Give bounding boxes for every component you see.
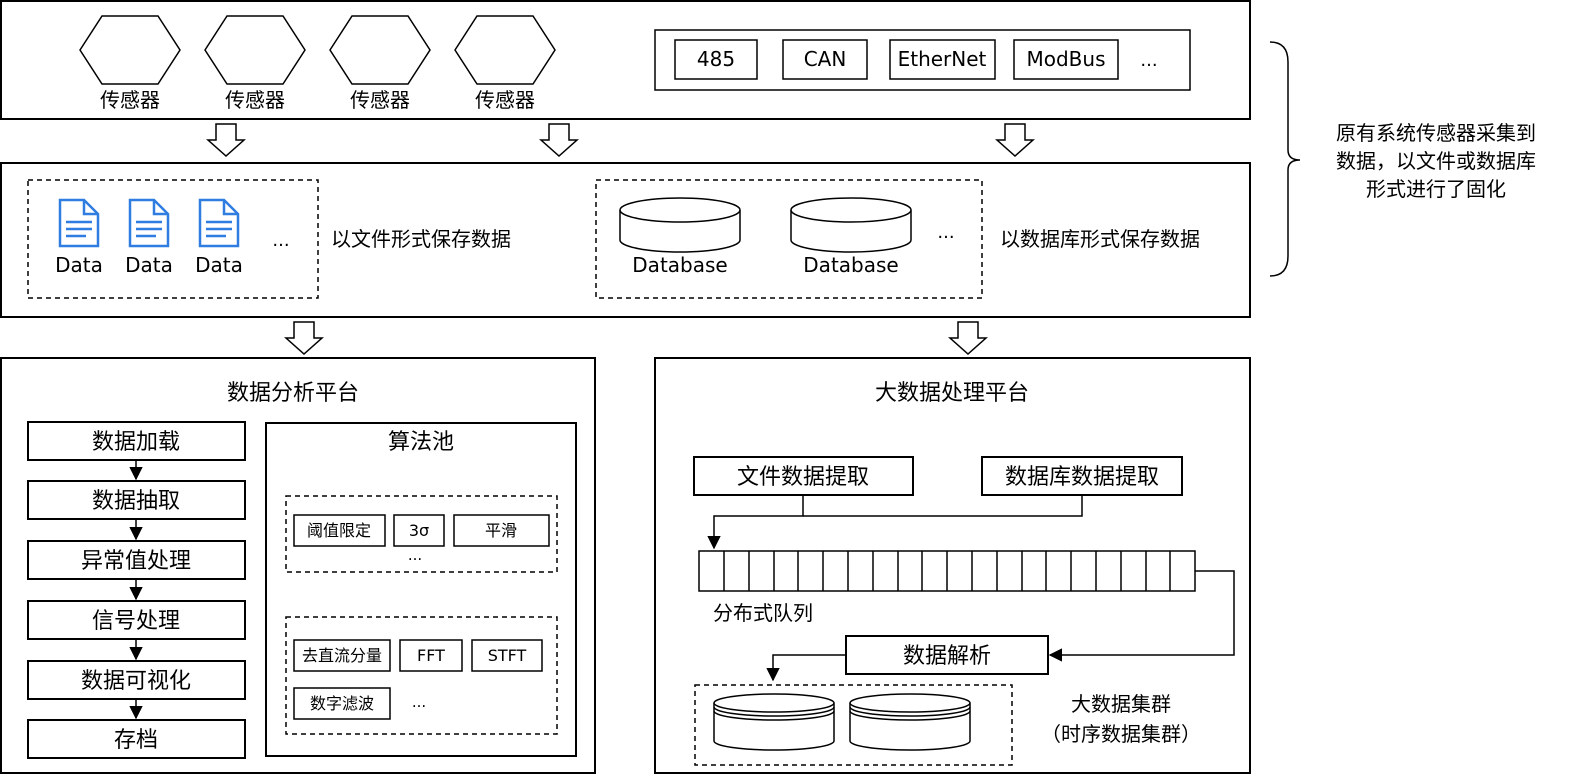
brace-note-line: 形式进行了固化 bbox=[1366, 177, 1506, 201]
document-icon bbox=[58, 198, 100, 248]
file-storage-caption: 以文件形式保存数据 bbox=[331, 227, 511, 251]
protocol-more: ... bbox=[1140, 50, 1157, 71]
algorithm-label: 数字滤波 bbox=[310, 694, 374, 713]
pipeline-step-label: 存档 bbox=[114, 728, 158, 753]
algorithm-label: 3σ bbox=[409, 521, 429, 540]
brace-note-line: 数据，以文件或数据库 bbox=[1336, 149, 1536, 173]
database-storage-caption: 以数据库形式保存数据 bbox=[1000, 227, 1200, 251]
cluster-database-icon bbox=[713, 693, 835, 751]
sensor-label: 传感器 bbox=[350, 88, 410, 112]
analysis-platform: 数据分析平台 数据加载 数据抽取 异常值处理 信号处理 数据可视化 存档 算法池 bbox=[0, 357, 596, 774]
curly-brace-icon bbox=[1269, 41, 1301, 277]
brace-note: 原有系统传感器采集到 数据，以文件或数据库 形式进行了固化 bbox=[1336, 121, 1536, 201]
protocol-label: EtherNet bbox=[898, 47, 987, 71]
sensor-label: 传感器 bbox=[475, 88, 535, 112]
bigdata-platform-title: 大数据处理平台 bbox=[875, 381, 1029, 406]
analysis-platform-title: 数据分析平台 bbox=[227, 381, 359, 406]
file-more: ... bbox=[272, 230, 289, 251]
pipeline-step-label: 信号处理 bbox=[92, 609, 180, 634]
file-label: Data bbox=[195, 253, 243, 277]
database-item: Database bbox=[790, 197, 912, 277]
cluster-sub-label: （时序数据集群） bbox=[1041, 722, 1201, 746]
file-extract-label: 文件数据提取 bbox=[737, 465, 869, 490]
cluster-database-icon bbox=[849, 693, 971, 751]
database-item: Database bbox=[619, 197, 741, 277]
algorithm-label: FFT bbox=[417, 646, 445, 665]
file-item: Data bbox=[195, 198, 243, 277]
brace-note-line: 原有系统传感器采集到 bbox=[1336, 121, 1536, 145]
down-arrow-icon bbox=[284, 321, 324, 356]
algorithm-label: 阈值限定 bbox=[307, 521, 371, 540]
file-item: Data bbox=[55, 198, 103, 277]
down-arrow-icon bbox=[995, 123, 1035, 158]
document-icon bbox=[198, 198, 240, 248]
protocol-label: ModBus bbox=[1026, 47, 1105, 71]
sensor-hexagon-icon bbox=[329, 15, 431, 85]
cluster-label: 大数据集群 bbox=[1071, 692, 1171, 716]
algorithm-label: 平滑 bbox=[485, 521, 517, 540]
pipeline-step-label: 数据可视化 bbox=[81, 669, 191, 694]
database-cylinder-icon bbox=[619, 197, 741, 253]
queue-label: 分布式队列 bbox=[713, 601, 813, 625]
down-arrow-icon bbox=[948, 321, 988, 356]
protocol-label: CAN bbox=[804, 47, 847, 71]
sensor-hexagon-icon bbox=[204, 15, 306, 85]
file-label: Data bbox=[125, 253, 173, 277]
sensor-hexagon-icon bbox=[79, 15, 181, 85]
algorithm-more: ... bbox=[408, 546, 422, 564]
storage-layer: Data Data Data ... 以文件形式保存数据 Database Da… bbox=[0, 162, 1251, 318]
sensor-layer: 传感器 传感器 传感器 传感器 485 CAN EtherNet ModBus … bbox=[0, 0, 1251, 120]
pipeline-step-label: 异常值处理 bbox=[81, 549, 191, 574]
database-label: Database bbox=[632, 253, 727, 277]
algorithm-pool: 算法池 阈值限定 3σ 平滑 ... 去直流分量 FFT STFT 数字滤波 .… bbox=[265, 422, 577, 757]
algorithm-more: ... bbox=[412, 693, 426, 711]
protocol-label: 485 bbox=[697, 47, 735, 71]
db-extract-label: 数据库数据提取 bbox=[1005, 465, 1159, 490]
algorithm-pool-title: 算法池 bbox=[388, 430, 454, 455]
bigdata-platform: 大数据处理平台 文件数据提取 数据库数据提取 分布式队列 数据解析 大数据集群 … bbox=[654, 357, 1251, 774]
parse-label: 数据解析 bbox=[903, 644, 991, 669]
file-label: Data bbox=[55, 253, 103, 277]
algorithm-label: 去直流分量 bbox=[302, 646, 382, 665]
architecture-diagram: 传感器 传感器 传感器 传感器 485 CAN EtherNet ModBus … bbox=[0, 0, 1536, 774]
distributed-queue bbox=[698, 550, 1196, 592]
protocol-group: 485 CAN EtherNet ModBus ... bbox=[654, 29, 1191, 91]
algorithm-label: STFT bbox=[488, 646, 527, 665]
sensor-label: 传感器 bbox=[225, 88, 285, 112]
pipeline-step-label: 数据加载 bbox=[92, 430, 180, 455]
down-arrow-icon bbox=[206, 123, 246, 158]
down-arrow-icon bbox=[539, 123, 579, 158]
database-label: Database bbox=[803, 253, 898, 277]
sensor-label: 传感器 bbox=[100, 88, 160, 112]
database-cylinder-icon bbox=[790, 197, 912, 253]
file-item: Data bbox=[125, 198, 173, 277]
database-more: ... bbox=[937, 222, 954, 243]
pipeline-step-label: 数据抽取 bbox=[92, 489, 180, 514]
document-icon bbox=[128, 198, 170, 248]
sensor-hexagon-icon bbox=[454, 15, 556, 85]
